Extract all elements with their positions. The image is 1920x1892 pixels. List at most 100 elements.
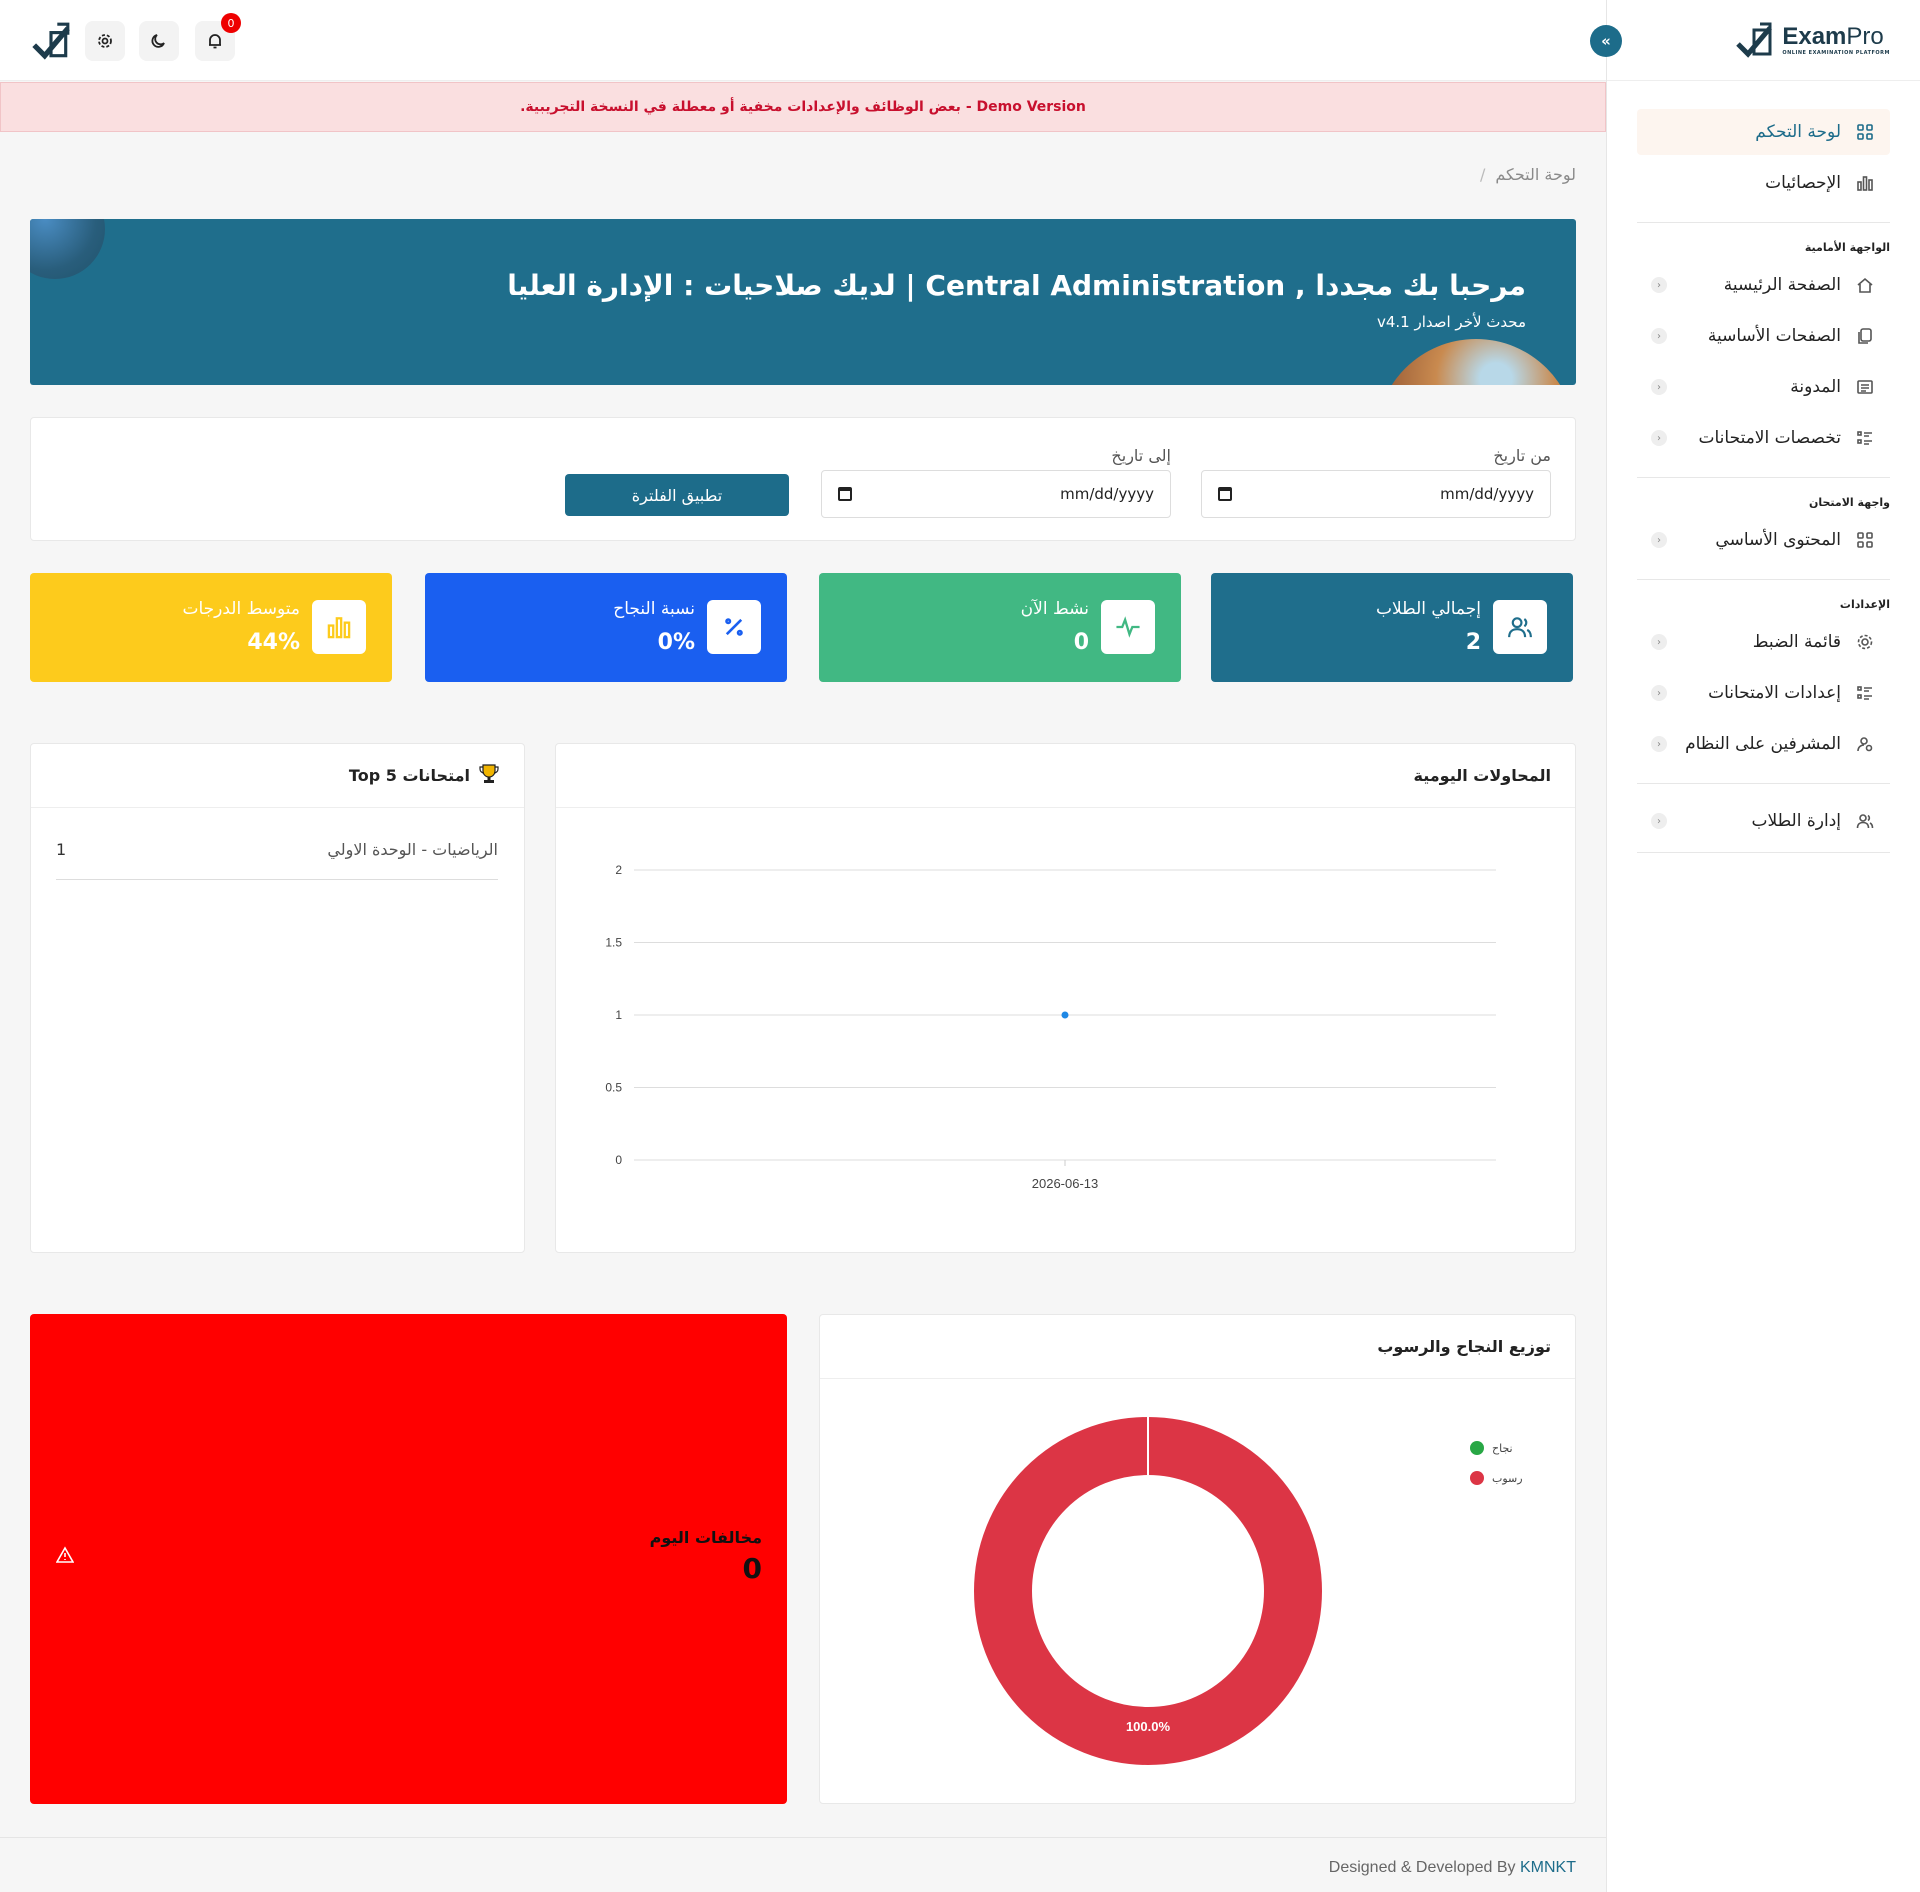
notifications-button[interactable]: 0: [195, 13, 241, 61]
to-date-label: إلى تاريخ: [1111, 446, 1171, 465]
bell-icon: [209, 34, 221, 49]
gear-icon: [1855, 632, 1875, 652]
sidebar-item-label: إدارة الطلاب: [1751, 811, 1841, 831]
grid-icon: [1855, 530, 1875, 550]
sidebar: ExamPro ONLINE EXAMINATION PLATFORM لوحة…: [1606, 0, 1920, 1892]
home-icon: [1855, 275, 1875, 295]
sidebar-item-students[interactable]: إدارة الطلاب ‹: [1637, 798, 1890, 844]
sidebar-item-exam-specialties[interactable]: تخصصات الامتحانات ‹: [1637, 415, 1890, 461]
sidebar-item-pages[interactable]: الصفحات الأساسية ‹: [1637, 313, 1890, 359]
breadcrumb-item[interactable]: لوحة التحكم: [1495, 165, 1576, 184]
sidebar-item-label: قائمة الضبط: [1752, 632, 1841, 652]
dark-mode-toggle[interactable]: [139, 21, 179, 61]
stat-card-total-students: إجمالي الطلاب 2: [1211, 573, 1573, 682]
logo-mark[interactable]: [30, 20, 72, 66]
sidebar-item-label: الإحصائيات: [1765, 173, 1841, 193]
top5-exams-card: Top 5 امتحانات 1 الرياضيات - الوحدة الاو…: [30, 743, 525, 1253]
blog-icon: [1855, 377, 1875, 397]
y-tick-label: 1: [615, 1008, 622, 1022]
sidebar-item-basic-content[interactable]: المحتوى الأساسي ‹: [1637, 517, 1890, 563]
list-item[interactable]: 1 الرياضيات - الوحدة الاولي: [56, 840, 498, 880]
sidebar-item-admins[interactable]: المشرفين على النظام ‹: [1637, 721, 1890, 767]
percent-icon: [707, 600, 761, 654]
divider: [1637, 579, 1890, 580]
brand: ExamPro ONLINE EXAMINATION PLATFORM: [1607, 0, 1920, 81]
activity-icon: [1101, 600, 1155, 654]
chevron-left-icon: ‹: [1651, 532, 1667, 548]
sidebar-item-label: تخصصات الامتحانات: [1698, 428, 1842, 448]
stat-card-pass-rate: نسبة النجاح 0%: [425, 573, 787, 682]
sidebar-item-config[interactable]: قائمة الضبط ‹: [1637, 619, 1890, 665]
y-tick-label: 1.5: [605, 936, 622, 950]
legend-swatch: [1470, 1441, 1484, 1455]
stat-card-active-now: نشط الآن 0: [819, 573, 1181, 682]
breadcrumb-separator: /: [1479, 165, 1486, 184]
stat-card-average-grade: متوسط الدرجات 44%: [30, 573, 392, 682]
pass-fail-chart: 100.0% نجاح رسوب: [974, 1417, 1523, 1765]
sidebar-item-label: الصفحات الأساسية: [1707, 326, 1841, 346]
divider: [1637, 222, 1890, 223]
sidebar-item-label: المحتوى الأساسي: [1715, 530, 1841, 550]
bar-chart-icon: [1855, 173, 1875, 193]
trophy-icon: [478, 763, 500, 789]
sidebar-collapse-button[interactable]: «: [1590, 25, 1622, 57]
section-heading: الواجهة الأمامية: [1804, 241, 1890, 254]
sidebar-item-label: إعدادات الامتحانات: [1708, 683, 1841, 703]
card-title: Top 5 امتحانات: [348, 766, 470, 785]
chevron-left-icon: ‹: [1651, 813, 1667, 829]
exam-name: الرياضيات - الوحدة الاولي: [327, 840, 498, 859]
legend-swatch: [1470, 1471, 1484, 1485]
violations-label: مخالفات اليوم: [649, 1528, 762, 1547]
stat-value: 2: [1465, 630, 1481, 655]
list-icon: [1855, 428, 1875, 448]
calendar-icon[interactable]: [1218, 487, 1232, 501]
to-date-input[interactable]: mm/dd/yyyy: [821, 470, 1171, 518]
violations-value: 0: [742, 1552, 762, 1585]
stat-label: نشط الآن: [1020, 599, 1089, 619]
to-date-value: mm/dd/yyyy: [1060, 485, 1154, 503]
chevron-left-icon: ‹: [1651, 685, 1667, 701]
demo-banner-text: Demo Version - بعض الوظائف والإعدادات مخ…: [520, 99, 1086, 115]
from-date-value: mm/dd/yyyy: [1440, 485, 1534, 503]
card-title: المحاولات اليومية: [1413, 766, 1551, 785]
logo-icon: [1736, 22, 1773, 58]
brand-tagline: ONLINE EXAMINATION PLATFORM: [1782, 50, 1890, 56]
brand-name: ExamPro: [1782, 23, 1884, 50]
pie-slice: [974, 1417, 1322, 1765]
legend-label: رسوب: [1492, 1472, 1523, 1485]
sidebar-item-statistics[interactable]: الإحصائيات: [1637, 160, 1890, 206]
settings-button[interactable]: [85, 21, 125, 61]
slice-label: 100.0%: [1126, 1719, 1171, 1734]
decorative-ball: [30, 219, 105, 279]
apply-filter-button[interactable]: تطبيق الفلترة: [565, 474, 789, 516]
divider: [1637, 852, 1890, 853]
welcome-banner: مرحبا بك مجددا , Central Administration …: [30, 219, 1576, 385]
legend-label: نجاح: [1492, 1442, 1513, 1455]
sidebar-item-label: لوحة التحكم: [1755, 122, 1841, 142]
stat-label: متوسط الدرجات: [182, 599, 300, 619]
violations-card: مخالفات اليوم 0: [30, 1314, 787, 1804]
sidebar-item-dashboard[interactable]: لوحة التحكم: [1637, 109, 1890, 155]
from-date-input[interactable]: mm/dd/yyyy: [1201, 470, 1551, 518]
stat-label: نسبة النجاح: [613, 599, 695, 619]
chevron-left-icon: ‹: [1651, 379, 1667, 395]
exam-count: 1: [56, 840, 67, 859]
data-point: [1061, 1011, 1069, 1019]
footer-link[interactable]: KMNKT: [1520, 1859, 1576, 1876]
sidebar-item-label: المشرفين على النظام: [1685, 734, 1841, 754]
sidebar-item-blog[interactable]: المدونة ‹: [1637, 364, 1890, 410]
stat-value: 44%: [247, 630, 300, 655]
gear-icon: [98, 34, 112, 48]
daily-attempts-chart: 2 1.5 1 0.5 0 2026-06-13: [605, 863, 1496, 1191]
y-tick-label: 0: [615, 1153, 622, 1167]
logo[interactable]: ExamPro ONLINE EXAMINATION PLATFORM: [1734, 20, 1890, 60]
divider: [1637, 477, 1890, 478]
chevron-left-icon: ‹: [1651, 736, 1667, 752]
calendar-icon[interactable]: [838, 487, 852, 501]
sidebar-item-exam-settings[interactable]: إعدادات الامتحانات ‹: [1637, 670, 1890, 716]
chevron-left-icon: ‹: [1651, 634, 1667, 650]
chevron-left-icon: ‹: [1651, 328, 1667, 344]
sidebar-item-home[interactable]: الصفحة الرئيسية ‹: [1637, 262, 1890, 308]
topbar: 0: [0, 0, 1606, 81]
y-tick-label: 2: [615, 863, 622, 877]
